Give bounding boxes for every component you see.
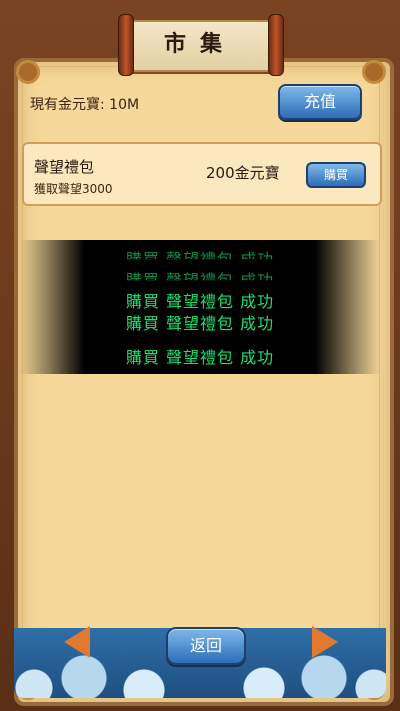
next-arrow-icon[interactable] <box>312 626 338 658</box>
corner-ornament-top-right <box>362 60 386 84</box>
back-button[interactable]: 返回 <box>166 627 246 665</box>
toast-message: 購買 聲望禮包 成功 <box>125 292 275 311</box>
toast-message: 購買 聲望禮包 成功 <box>125 348 275 367</box>
topup-button[interactable]: 充值 <box>278 84 362 120</box>
item-name: 聲望禮包 <box>34 158 95 176</box>
buy-button[interactable]: 購買 <box>306 162 366 188</box>
toast-message: 購買 聲望禮包 成功 <box>125 314 275 333</box>
corner-ornament-top-left <box>16 60 40 84</box>
prev-arrow-icon[interactable] <box>64 626 90 658</box>
shop-item-card: 聲望禮包 獲取聲望3000 200金元寶 購買 <box>22 142 382 206</box>
item-price: 200金元寶 <box>206 164 280 182</box>
item-description: 獲取聲望3000 <box>34 182 113 196</box>
page-title: 市集 <box>163 31 236 57</box>
gold-balance: 現有金元寶: 10M <box>30 97 140 113</box>
